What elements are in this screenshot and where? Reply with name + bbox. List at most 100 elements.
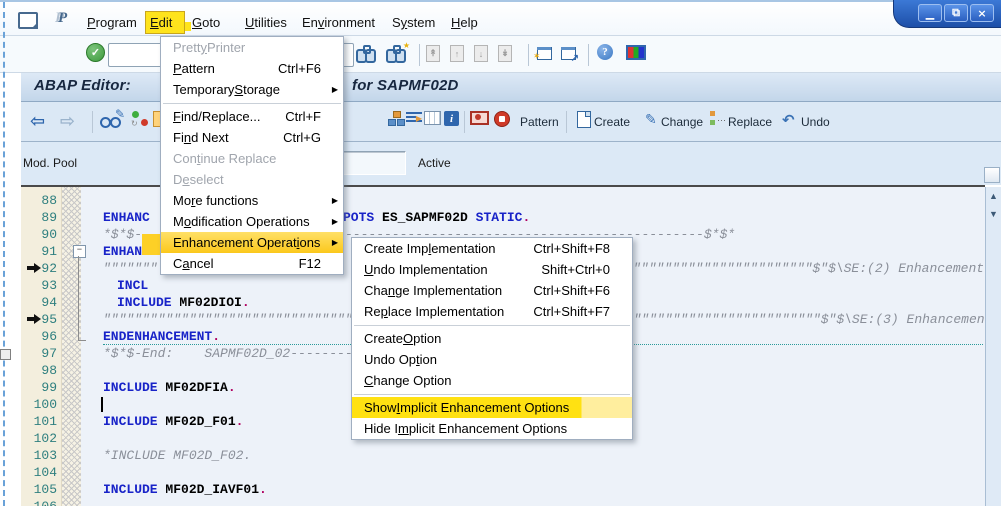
menu-item-pretty-printer[interactable]: Prett y Printer (161, 37, 343, 58)
info-icon[interactable]: i (444, 111, 459, 126)
menubar-item-utilities[interactable]: Utilities (245, 15, 287, 30)
submenu-arrow-icon: ▶ (331, 217, 338, 226)
label-key: a (182, 256, 190, 271)
menu-item-create-implementation[interactable]: Create Imp l ementation Ctrl+Shift+F8 (352, 238, 632, 259)
pattern-button[interactable]: Pattern (520, 115, 559, 129)
line-number: 93 (41, 278, 57, 293)
code-token: MF02D_F01 (165, 414, 236, 429)
change-pencil-icon[interactable]: ✎ (645, 111, 657, 128)
vertical-scrollbar[interactable]: ▲ ▼ (985, 187, 1001, 506)
last-page-icon[interactable]: ↡ (498, 45, 512, 62)
menu-item-enhancement-operations[interactable]: Enhancement Operat i ons ▶ (161, 232, 343, 253)
menu-item-replace-implementation[interactable]: Re p lace Implementation Ctrl+Shift+F7 (352, 301, 632, 322)
new-session-icon[interactable]: ✶ (533, 46, 552, 61)
label-pre: D (173, 172, 183, 187)
line-number: 106 (21, 498, 57, 506)
help-icon[interactable]: ? (597, 44, 613, 60)
first-page-icon[interactable]: ↟ (426, 45, 440, 62)
label-post: ementation (431, 241, 496, 256)
customize-layout-icon[interactable] (626, 45, 646, 60)
undo-button[interactable]: Undo (801, 115, 830, 129)
toolbar-separator (464, 111, 465, 133)
menubar-item-program[interactable]: Program (87, 15, 137, 30)
code-fragment: *INCLUDE MF02D_F02. (103, 447, 251, 464)
menu-item-show-implicit-enhancement-options[interactable]: Show Implicit Enhancement Options (352, 397, 632, 418)
code-token: . (241, 295, 250, 310)
menu-item-change-implementation[interactable]: Cha n ge Implementation Ctrl+Shift+F6 (352, 280, 632, 301)
label-post: plicit Enhancement Options (408, 421, 568, 436)
replace-pattern-icon[interactable]: ⋯ (710, 111, 726, 125)
object-hierarchy-icon[interactable] (388, 111, 405, 126)
dock-divider[interactable] (3, 2, 5, 506)
menu-item-continue-replace[interactable]: Con t inue Replace (161, 148, 343, 169)
label-post: ge Implementation (395, 283, 503, 298)
undo-icon[interactable]: ↶ (782, 111, 795, 129)
create-shortcut-icon[interactable]: ↗ (560, 46, 579, 64)
previous-page-icon[interactable]: ↑ (450, 45, 464, 62)
dock-handle[interactable] (0, 349, 11, 360)
label-pre: Fi (173, 130, 184, 145)
enter-check-icon[interactable]: ✓ (86, 43, 105, 62)
code-fragment: INCL (117, 277, 148, 294)
menu-item-undo-option[interactable]: Undo Op t ion (352, 349, 632, 370)
program-screen-icon[interactable]: P (58, 10, 67, 27)
label-post: d Next (191, 130, 229, 145)
label-post: tilities (254, 15, 287, 30)
breakpoint-icon[interactable] (494, 111, 510, 127)
menu-item-find-next[interactable]: Fi n d Next Ctrl+G (161, 127, 343, 148)
code-fragment: ENHANC (103, 209, 150, 226)
back-icon[interactable]: ⇦ (30, 111, 45, 132)
table-view-icon[interactable] (424, 111, 441, 125)
menu-item-undo-implementation[interactable]: Undo Implementation Shift+Ctrl+0 (352, 259, 632, 280)
forward-icon[interactable]: ⇨ (60, 111, 75, 132)
minimize-button[interactable]: ▁ (918, 4, 942, 22)
menubar-item-edit[interactable]: Edit (150, 15, 172, 30)
change-button[interactable]: Change (661, 115, 703, 129)
label-key: G (192, 15, 203, 30)
menu-item-more-functions[interactable]: Mo r e functions ▶ (161, 190, 343, 211)
menu-item-deselect[interactable]: De select (161, 169, 343, 190)
menu-item-pattern[interactable]: Pattern Ctrl+F6 (161, 58, 343, 79)
find-icon[interactable] (356, 45, 376, 63)
scroll-down-icon[interactable]: ▼ (988, 209, 999, 219)
label-key: p (380, 304, 388, 319)
menubar-item-goto[interactable]: Goto (192, 15, 220, 30)
code-token: INCLUDE (103, 414, 166, 429)
mod-pool-label: Mod. Pool (23, 156, 78, 170)
menubar-item-system[interactable]: System (392, 15, 435, 30)
change-marker-column (62, 187, 81, 506)
menu-item-change-option[interactable]: Change Option (352, 370, 632, 391)
control-menu-icon[interactable] (18, 12, 38, 29)
find-next-icon[interactable]: ★ (386, 41, 410, 63)
menu-item-find-replace[interactable]: Find/Replace... Ctrl+F (161, 106, 343, 127)
code-token: ENDENHANCEMENT (103, 329, 213, 344)
create-page-icon[interactable] (577, 111, 591, 128)
label-pre: Prett (173, 40, 201, 55)
label-pre: Create Imp (364, 241, 429, 256)
next-page-icon[interactable]: ↓ (474, 45, 488, 62)
menu-shortcut: Ctrl+Shift+F7 (533, 304, 610, 319)
menu-shortcut: Ctrl+G (283, 130, 321, 145)
menubar-item-help[interactable]: Help (451, 15, 478, 30)
menu-item-modification-operations[interactable]: Mo dification Operations ▶ (161, 211, 343, 232)
splitter-button[interactable] (984, 167, 1000, 183)
window-controls: ▁ ⧉ × (893, 0, 1001, 28)
pretty-align-icon[interactable]: ▶ (406, 111, 422, 125)
close-button[interactable]: × (970, 4, 994, 22)
program-name-field[interactable] (340, 151, 406, 175)
menubar-item-environment[interactable]: Environment (302, 15, 375, 30)
menu-item-temporary-storage[interactable]: Temporary Storage ▶ (161, 79, 343, 100)
menu-item-hide-implicit-enhancement-options[interactable]: Hide Im plicit Enhancement Options (352, 418, 632, 439)
create-button[interactable]: Create (594, 115, 630, 129)
menu-item-cancel[interactable]: Ca ncel F12 (161, 253, 343, 274)
label-key: F (173, 109, 181, 124)
menu-item-create-option[interactable]: Create Option (352, 328, 632, 349)
activation-icon[interactable]: ↻ (131, 111, 148, 128)
runtime-monitor-icon[interactable] (470, 111, 489, 125)
restore-button[interactable]: ⧉ (944, 4, 968, 22)
scroll-up-icon[interactable]: ▲ (988, 191, 999, 201)
replace-button[interactable]: Replace (728, 115, 772, 129)
display-change-icon[interactable]: ✎ (100, 107, 125, 128)
label-key: o (183, 214, 192, 229)
line-number: 99 (41, 380, 57, 395)
